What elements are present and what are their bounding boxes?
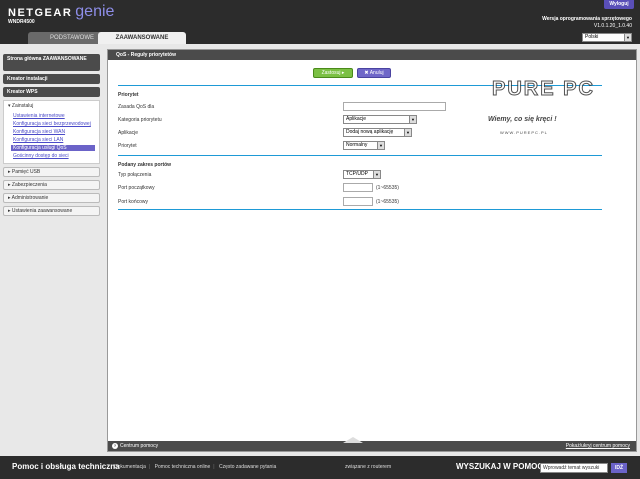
priority-value: Normalny — [346, 142, 368, 148]
sidebar-link-internet[interactable]: Ustawienia internetowe — [13, 113, 95, 119]
search-help-label: WYSZUKAJ W POMOCY — [456, 462, 549, 471]
main-tabs: PODSTAWOWE ZAAWANSOWANE Polski ▼ — [0, 31, 640, 44]
sidebar-setup-group: ▾ Zainstaluj Ustawienia internetowe Konf… — [3, 100, 100, 164]
watermark-tagline: Wiemy, co się kręci ! — [488, 116, 557, 123]
connection-type-value: TCP/UDP — [346, 171, 368, 177]
divider — [118, 209, 602, 210]
watermark-url: WWW.PUREPC.PL — [500, 130, 548, 135]
application-select[interactable]: Dodaj nową aplikację ▼ — [343, 128, 412, 137]
language-value: Polski — [585, 34, 599, 40]
logout-button[interactable]: Wyloguj — [604, 0, 634, 9]
sidebar-link-guest[interactable]: Gościnny dostęp do sieci — [13, 153, 95, 159]
router-related-text: związane z routerem — [345, 464, 392, 470]
help-center-bar: ? Centrum pomocy Pokaż/ukryj centrum pomo… — [108, 437, 636, 451]
cancel-button[interactable]: ✖ Anuluj — [357, 68, 391, 78]
chevron-down-icon: ▼ — [373, 171, 380, 178]
rule-label: Zasada QoS dla — [118, 104, 155, 110]
chevron-down-icon: ▼ — [404, 129, 411, 136]
router-model: WNDR4500 — [8, 19, 35, 25]
search-go-button[interactable]: IDŹ — [611, 463, 627, 473]
page-title: QoS - Reguły priorytetów — [108, 50, 636, 60]
help-icon[interactable]: ? — [112, 443, 118, 449]
sidebar-group-setup[interactable]: ▾ Zainstaluj — [8, 103, 95, 109]
search-help-input[interactable]: Wprowadź temat wyszuki — [540, 463, 608, 473]
support-links: Dokumentacja | Pomoc techniczna online | C… — [114, 464, 277, 470]
divider — [118, 155, 602, 156]
sidebar-section-usb[interactable]: ▸ Pamięć USB — [3, 167, 100, 177]
header: NETGEAR genie WNDR4500 Wyloguj Wersja opr… — [0, 0, 640, 44]
sidebar-item-wps-wizard[interactable]: Kreator WPS — [3, 87, 100, 97]
priority-section-title: Priorytet — [118, 92, 139, 98]
start-port-input[interactable] — [343, 183, 373, 192]
apply-button[interactable]: Zastosuj ▸ — [313, 68, 353, 78]
priority-select[interactable]: Normalny ▼ — [343, 141, 385, 150]
help-center-label[interactable]: Centrum pomocy — [120, 443, 158, 449]
start-port-hint: (1~65535) — [376, 185, 399, 191]
sidebar-link-lan[interactable]: Konfiguracja sieci LAN — [13, 137, 95, 143]
content-area: Strona główna ZAAWANSOWANE Kreator insta… — [0, 44, 640, 456]
sidebar: Strona główna ZAAWANSOWANE Kreator insta… — [3, 54, 103, 219]
toggle-help-link[interactable]: Pokaż/ukryj centrum pomocy — [566, 441, 630, 451]
language-select[interactable]: Polski ▼ — [582, 33, 632, 42]
sidebar-link-wan[interactable]: Konfiguracja sieci WAN — [13, 129, 95, 135]
end-port-hint: (1~65535) — [376, 199, 399, 205]
genie-logo: genie — [75, 3, 115, 20]
sidebar-item-home[interactable]: Strona główna ZAAWANSOWANE — [3, 54, 100, 71]
sidebar-link-wireless[interactable]: Konfiguracja sieci bezprzewodowej — [13, 121, 95, 127]
ports-section-title: Podany zakres portów — [118, 162, 172, 168]
link-online-support[interactable]: Pomoc techniczna online — [155, 464, 211, 470]
end-port-label: Port końcowy — [118, 199, 149, 205]
category-select[interactable]: Aplikacje ▼ — [343, 115, 417, 124]
connection-type-select[interactable]: TCP/UDP ▼ — [343, 170, 381, 179]
application-value: Dodaj nową aplikację — [346, 129, 394, 135]
purepc-watermark: PURE PC Wiemy, co się kręci ! WWW.PUREPC… — [480, 78, 600, 148]
support-title: Pomoc i obsługa techniczna — [12, 462, 120, 471]
sidebar-section-admin[interactable]: ▸ Administrowanie — [3, 193, 100, 203]
chevron-down-icon: ▼ — [409, 116, 416, 123]
main-panel: QoS - Reguły priorytetów Zastosuj ▸ ✖ An… — [107, 49, 637, 452]
category-value: Aplikacje — [346, 116, 367, 122]
sidebar-section-advanced[interactable]: ▸ Ustawienia zaawansowane — [3, 206, 100, 216]
firmware-label: Wersja oprogramowania sprzętowego — [542, 16, 632, 22]
support-bar: Pomoc i obsługa techniczna Dokumentacja |… — [0, 456, 640, 479]
connection-type-label: Typ połączenia — [118, 172, 152, 178]
firmware-version: V1.0.1.20_1.0.40 — [593, 23, 632, 29]
tab-advanced[interactable]: ZAAWANSOWANE — [98, 32, 186, 44]
link-faq[interactable]: Często zadawane pytania — [219, 464, 276, 470]
expand-arrow-icon[interactable] — [343, 437, 363, 443]
watermark-logo: PURE PC — [492, 78, 595, 101]
sidebar-item-setup-wizard[interactable]: Kreator instalacji — [3, 74, 100, 84]
sidebar-link-qos[interactable]: Konfiguracja usługi QoS — [11, 145, 95, 151]
chevron-down-icon: ▼ — [377, 142, 384, 149]
sidebar-section-security[interactable]: ▸ Zabezpieczenia — [3, 180, 100, 190]
brand: NETGEAR — [8, 7, 73, 19]
start-port-label: Port początkowy — [118, 185, 155, 191]
rule-input[interactable] — [343, 102, 446, 111]
chevron-down-icon: ▼ — [624, 34, 631, 41]
link-documentation[interactable]: Dokumentacja — [114, 464, 146, 470]
application-label: Aplikacje — [118, 130, 139, 136]
end-port-input[interactable] — [343, 197, 373, 206]
category-label: Kategoria priorytetu — [118, 117, 162, 123]
priority-label: Priorytet — [118, 143, 137, 149]
